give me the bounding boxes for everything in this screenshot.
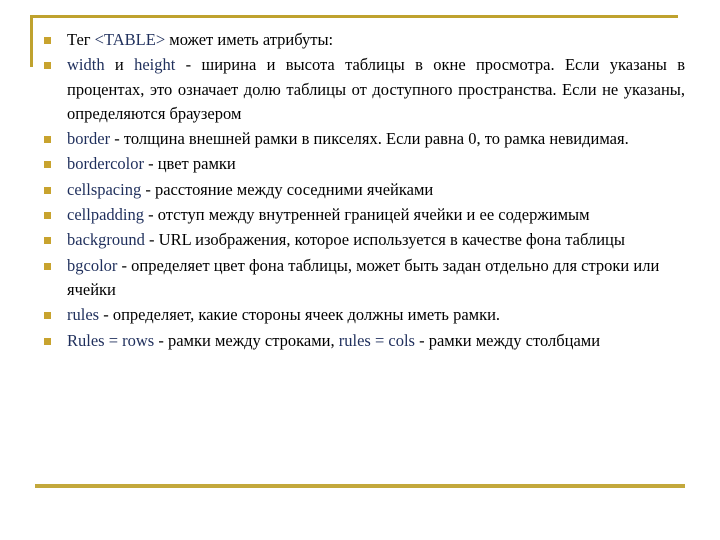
bullet-keyword: bordercolor [67, 154, 144, 174]
bullet-description: - расстояние между соседними ячейками [141, 179, 434, 199]
slide: Тег <TABLE> может иметь атрибуты: width … [0, 0, 720, 540]
bullet-description: - определяет, какие стороны ячеек должны… [99, 305, 501, 325]
top-divider-line [30, 15, 678, 18]
list-item: rules - определяет, какие стороны ячеек … [40, 303, 685, 327]
bullet-square-icon [44, 212, 51, 220]
bullet-code-tag: <TABLE> [94, 30, 166, 49]
bullet-keyword: width [67, 55, 105, 75]
bullet-keyword: Rules = rows [67, 330, 155, 350]
left-divider-line [30, 15, 33, 67]
bullet-keyword: cellspacing [67, 179, 142, 199]
bullet-keyword: bgcolor [67, 255, 118, 275]
bottom-divider-line [35, 484, 685, 488]
bullet-description-secondary: - рамки между столбцами [414, 330, 601, 350]
bullet-text-lead: Тег [67, 30, 95, 49]
list-item: cellpadding - отступ между внутренней гр… [40, 203, 685, 227]
bullet-description: - цвет рамки [143, 154, 236, 174]
bullet-square-icon [44, 37, 51, 44]
bullet-square-icon [44, 337, 51, 345]
bullet-square-icon [44, 237, 51, 245]
bullet-description: - отступ между внутренней границей ячейк… [143, 205, 590, 225]
bullet-keyword-secondary: rules = cols [338, 330, 415, 350]
bullet-conjunction: и [104, 55, 135, 75]
list-item: border - толщина внешней рамки в пикселя… [40, 127, 685, 151]
list-item: Rules = rows - рамки между строками, rul… [40, 329, 685, 353]
bullet-square-icon [44, 62, 51, 70]
bullet-square-icon [44, 262, 51, 270]
bullet-square-icon [44, 136, 51, 144]
bullet-keyword: background [67, 230, 145, 250]
list-item: Тег <TABLE> может иметь атрибуты: [40, 28, 685, 52]
list-item: background - URL изображения, которое ис… [40, 228, 685, 252]
bullet-keyword-secondary: height [134, 55, 176, 75]
bullet-square-icon [44, 161, 51, 169]
slide-content: Тег <TABLE> может иметь атрибуты: width … [40, 28, 685, 354]
bullet-text-rest: может иметь атрибуты: [165, 30, 334, 49]
list-item: bgcolor - определяет цвет фона таблицы, … [40, 254, 685, 303]
bullet-list: Тег <TABLE> может иметь атрибуты: width … [40, 28, 685, 353]
list-item: cellspacing - расстояние между соседними… [40, 178, 685, 202]
bullet-keyword: cellpadding [67, 205, 144, 225]
bullet-description: - URL изображения, которое используется … [144, 230, 625, 250]
bullet-square-icon [44, 312, 51, 320]
bullet-description: - определяет цвет фона таблицы, может бы… [67, 255, 660, 299]
list-item: bordercolor - цвет рамки [40, 152, 685, 176]
bullet-description: - толщина внешней рамки в пикселях. Если… [110, 129, 629, 149]
bullet-keyword: border [67, 129, 111, 149]
bullet-keyword: rules [67, 305, 100, 325]
list-item: width и height - ширина и высота таблицы… [40, 53, 685, 126]
bullet-description: - рамки между строками, [154, 330, 339, 350]
bullet-square-icon [44, 186, 51, 194]
